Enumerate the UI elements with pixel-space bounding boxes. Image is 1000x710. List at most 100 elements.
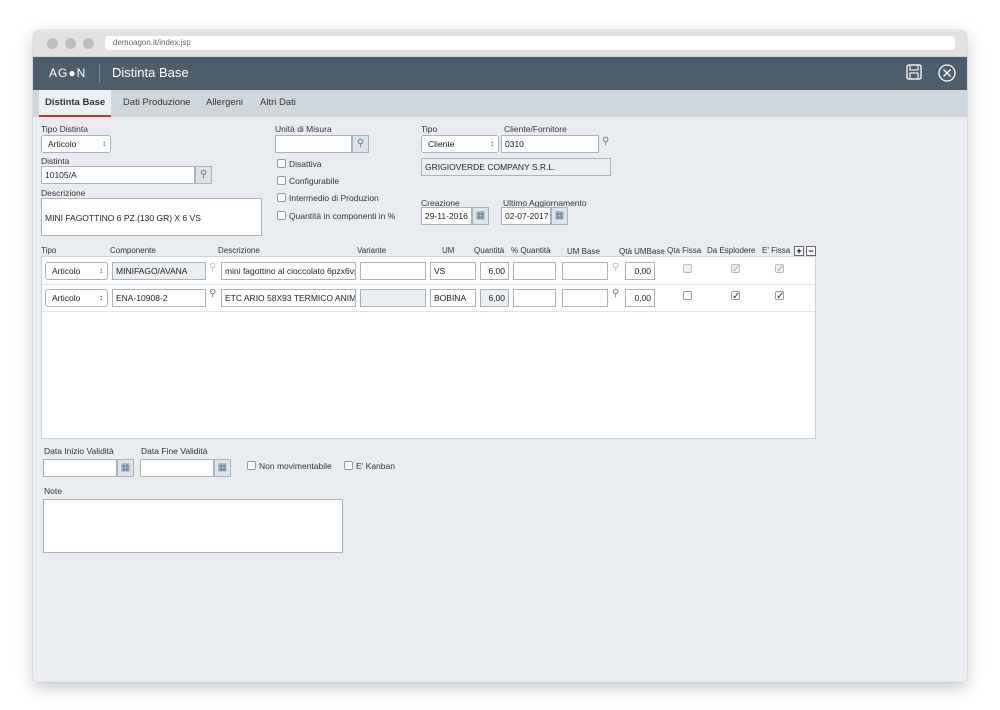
search-icon[interactable]: ⚲ bbox=[209, 288, 216, 299]
data-inizio-label: Data Inizio Validità bbox=[44, 446, 114, 456]
row-da-esplodere-checkbox[interactable]: ✓ bbox=[731, 291, 740, 302]
checkmark-icon: ✓ bbox=[732, 264, 741, 275]
distinta-search-button[interactable]: ⚲ bbox=[195, 166, 212, 184]
unita-misura-input[interactable] bbox=[275, 135, 352, 153]
intermedio-label: Intermedio di Produzion bbox=[289, 193, 379, 203]
row-descrizione-input[interactable]: mini fagottino al cioccolato 6pzx6vs c bbox=[221, 262, 356, 280]
col-header-e-fissa: E' Fissa bbox=[762, 246, 791, 255]
creazione-calendar-button[interactable]: ▦ bbox=[472, 207, 489, 225]
ultimo-aggiornamento-calendar-button[interactable]: ▦ bbox=[551, 207, 568, 225]
window-maximize-dot[interactable] bbox=[83, 38, 94, 49]
save-icon[interactable] bbox=[905, 63, 925, 83]
components-grid bbox=[41, 256, 816, 439]
agon-logo: AG●N bbox=[49, 66, 87, 80]
quantita-componenti-label: Quantità in componenti in % bbox=[289, 211, 396, 221]
app-window: demoagon.it/index.jsp AG●N Distinta Base… bbox=[33, 30, 967, 682]
cliente-fornitore-label: Cliente/Fornitore bbox=[504, 124, 567, 134]
app-header: AG●N Distinta Base bbox=[33, 57, 967, 90]
row-da-esplodere-checkbox[interactable]: ✓ bbox=[731, 264, 741, 275]
disattiva-label: Disattiva bbox=[289, 159, 322, 169]
row-qta-umbase-input[interactable]: 0,00 bbox=[625, 262, 655, 280]
non-movimentabile-checkbox[interactable] bbox=[247, 461, 256, 470]
cliente-fornitore-input[interactable]: 0310 bbox=[501, 135, 599, 153]
data-fine-calendar-button[interactable]: ▦ bbox=[214, 459, 231, 477]
configurabile-checkbox[interactable] bbox=[277, 176, 286, 185]
remove-row-button[interactable]: − bbox=[806, 246, 816, 256]
col-header-tipo: Tipo bbox=[41, 246, 57, 255]
unita-misura-label: Unità di Misura bbox=[275, 124, 332, 134]
creazione-input[interactable]: 29-11-2016 bbox=[421, 207, 472, 225]
tipo-distinta-select[interactable]: Articolo bbox=[41, 135, 111, 153]
tab-dati-produzione[interactable]: Dati Produzione bbox=[123, 90, 191, 117]
col-header-qta-fissa: Qta Fissa bbox=[667, 246, 702, 255]
search-icon[interactable]: ⚲ bbox=[612, 262, 619, 273]
calendar-icon: ▦ bbox=[120, 462, 131, 473]
note-label: Note bbox=[44, 486, 62, 496]
disattiva-checkbox[interactable] bbox=[277, 159, 286, 168]
row-um-input[interactable]: BOBINA bbox=[430, 289, 476, 307]
data-fine-label: Data Fine Validità bbox=[141, 446, 208, 456]
row-e-fissa-checkbox[interactable]: ✓ bbox=[775, 264, 784, 275]
row-e-fissa-checkbox[interactable]: ✓ bbox=[775, 291, 785, 302]
col-header-perc-quantita: % Quantità bbox=[511, 246, 551, 255]
checkmark-icon: ✓ bbox=[776, 291, 785, 302]
row-um-base-input[interactable] bbox=[562, 289, 608, 307]
search-icon: ⚲ bbox=[356, 138, 365, 149]
non-movimentabile-label: Non movimentabile bbox=[259, 461, 332, 471]
search-icon[interactable]: ⚲ bbox=[612, 288, 619, 299]
window-close-dot[interactable] bbox=[47, 38, 58, 49]
kanban-checkbox[interactable] bbox=[344, 461, 353, 470]
col-header-um: UM bbox=[442, 246, 455, 255]
data-inizio-calendar-button[interactable]: ▦ bbox=[117, 459, 134, 477]
add-row-button[interactable]: + bbox=[794, 246, 804, 256]
address-bar[interactable]: demoagon.it/index.jsp bbox=[105, 36, 955, 50]
row-tipo-select[interactable]: Articolo bbox=[45, 289, 108, 307]
tab-allergeni[interactable]: Allergeni bbox=[206, 90, 243, 117]
row-componente-input[interactable]: ENA-10908-2 bbox=[112, 289, 206, 307]
row-qta-umbase-input[interactable]: 0,00 bbox=[625, 289, 655, 307]
tab-altri-dati[interactable]: Altri Dati bbox=[260, 90, 296, 117]
row-componente-input[interactable]: MINIFAGO/AVANA bbox=[112, 262, 206, 280]
row-qta-fissa-checkbox[interactable] bbox=[683, 264, 692, 273]
row-quantita-input[interactable]: 6,00 bbox=[480, 289, 509, 307]
col-header-quantita: Quantità bbox=[474, 246, 505, 255]
tipo-select[interactable]: Cliente bbox=[421, 135, 499, 153]
note-textarea[interactable] bbox=[43, 499, 343, 553]
col-header-descrizione: Descrizione bbox=[218, 246, 260, 255]
row-perc-quantita-input[interactable] bbox=[513, 262, 556, 280]
row-divider bbox=[42, 311, 815, 312]
close-icon[interactable] bbox=[937, 63, 957, 83]
row-um-base-input[interactable] bbox=[562, 262, 608, 280]
quantita-componenti-checkbox[interactable] bbox=[277, 211, 286, 220]
calendar-icon: ▦ bbox=[475, 210, 486, 221]
tab-bar: Distinta Base Dati Produzione Allergeni … bbox=[33, 90, 967, 117]
col-header-componente: Componente bbox=[110, 246, 156, 255]
calendar-icon: ▦ bbox=[217, 462, 228, 473]
row-descrizione-input[interactable]: ETC ARIO 58X93 TERMICO ANIMA 7 bbox=[221, 289, 356, 307]
col-header-variante: Variante bbox=[357, 246, 387, 255]
intermedio-checkbox[interactable] bbox=[277, 193, 286, 202]
window-minimize-dot[interactable] bbox=[65, 38, 76, 49]
tab-distinta-base[interactable]: Distinta Base bbox=[39, 90, 112, 117]
data-inizio-input[interactable] bbox=[43, 459, 117, 477]
row-variante-input[interactable] bbox=[360, 262, 426, 280]
descrizione-label: Descrizione bbox=[41, 188, 86, 198]
calendar-icon: ▦ bbox=[554, 210, 565, 221]
distinta-input[interactable]: 10105/A bbox=[41, 166, 195, 184]
data-fine-input[interactable] bbox=[140, 459, 214, 477]
header-divider bbox=[99, 64, 100, 83]
ultimo-aggiornamento-input[interactable]: 02-07-2017 0 bbox=[501, 207, 551, 225]
descrizione-textarea[interactable]: MINI FAGOTTINO 6 PZ.(130 GR) X 6 VS bbox=[41, 198, 262, 236]
row-perc-quantita-input[interactable] bbox=[513, 289, 556, 307]
search-icon[interactable]: ⚲ bbox=[602, 136, 609, 147]
row-tipo-select[interactable]: Articolo bbox=[45, 262, 108, 280]
row-qta-fissa-checkbox[interactable] bbox=[683, 291, 692, 300]
search-icon[interactable]: ⚲ bbox=[209, 262, 216, 273]
row-quantita-input[interactable]: 6,00 bbox=[480, 262, 509, 280]
row-um-input[interactable]: VS bbox=[430, 262, 476, 280]
row-variante-input[interactable] bbox=[360, 289, 426, 307]
unita-misura-search-button[interactable]: ⚲ bbox=[352, 135, 369, 153]
col-header-um-base: UM Base bbox=[567, 247, 600, 256]
col-header-qta-umbase: Qtà UMBase bbox=[619, 247, 665, 256]
kanban-label: E' Kanban bbox=[356, 461, 395, 471]
